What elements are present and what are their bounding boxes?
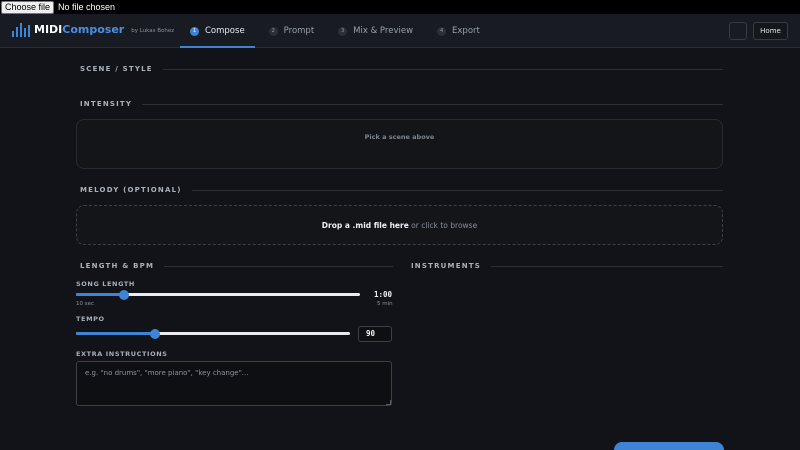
instruments-heading: INSTRUMENTS [411, 262, 723, 270]
divider [490, 265, 723, 267]
step-tabs: 1 Compose 2 Prompt 3 Mix & Preview 4 Exp… [180, 14, 494, 48]
section-title: SCENE / STYLE [80, 65, 153, 73]
tempo-input[interactable]: 90 [358, 326, 392, 342]
divider [191, 189, 723, 191]
extra-instructions-label: EXTRA INSTRUCTIONS [76, 350, 168, 358]
intensity-placeholder: Pick a scene above [364, 133, 435, 141]
scene-style-heading: SCENE / STYLE [80, 65, 723, 73]
resize-handle-icon[interactable] [386, 400, 391, 405]
file-chooser-bar: Choose file No file chosen [0, 0, 800, 14]
extra-instructions-input[interactable] [76, 361, 392, 406]
tempo-slider[interactable] [76, 329, 350, 339]
divider [142, 103, 723, 105]
tab-export[interactable]: 4 Export [427, 14, 490, 48]
section-title: MELODY (OPTIONAL) [80, 186, 182, 194]
choose-file-button[interactable]: Choose file [1, 0, 55, 14]
tempo-label: TEMPO [76, 315, 105, 323]
theme-toggle-button[interactable] [729, 22, 747, 40]
slider-fill [76, 332, 156, 335]
step-number: 3 [338, 26, 348, 36]
home-button[interactable]: Home [753, 22, 788, 40]
song-length-max: 5 min [377, 301, 393, 307]
slider-fill [76, 293, 125, 296]
app-logo[interactable]: MIDIComposer by Lukas Bohez [12, 23, 174, 37]
tab-label: Export [452, 26, 480, 36]
song-length-label: SONG LENGTH [76, 280, 135, 288]
divider [164, 265, 393, 267]
byline: by Lukas Bohez [131, 28, 175, 34]
drop-zone-text: Drop a .mid file here or click to browse [321, 221, 478, 230]
step-number: 1 [190, 26, 199, 36]
section-title: LENGTH & BPM [80, 262, 155, 270]
tab-compose[interactable]: 1 Compose [180, 14, 255, 48]
tab-label: Mix & Preview [353, 26, 414, 36]
length-bpm-heading: LENGTH & BPM [80, 262, 393, 270]
tab-prompt[interactable]: 2 Prompt [259, 14, 325, 48]
intensity-heading: INTENSITY [80, 100, 723, 108]
slider-thumb[interactable] [150, 329, 161, 339]
section-title: INTENSITY [80, 100, 133, 108]
tab-label: Compose [205, 26, 245, 36]
midi-drop-zone[interactable]: Drop a .mid file here or click to browse [76, 205, 723, 245]
step-number: 2 [268, 26, 278, 36]
file-status-text: No file chosen [58, 2, 116, 12]
section-title: INSTRUMENTS [411, 262, 481, 270]
song-length-slider[interactable] [76, 290, 360, 300]
melody-heading: MELODY (OPTIONAL) [80, 186, 723, 194]
generate-button[interactable] [614, 442, 724, 450]
slider-thumb[interactable] [119, 290, 130, 300]
logo-text: MIDIComposer [34, 23, 125, 36]
equalizer-icon [12, 23, 30, 37]
intensity-panel: Pick a scene above [76, 119, 723, 169]
divider [162, 68, 723, 70]
song-length-value: 1:00 [374, 290, 393, 299]
app-header: MIDIComposer by Lukas Bohez 1 Compose 2 … [0, 14, 800, 48]
song-length-min: 10 sec [76, 301, 95, 307]
tab-mix-preview[interactable]: 3 Mix & Preview [328, 14, 423, 48]
step-number: 4 [437, 26, 447, 36]
tab-label: Prompt [283, 26, 315, 36]
